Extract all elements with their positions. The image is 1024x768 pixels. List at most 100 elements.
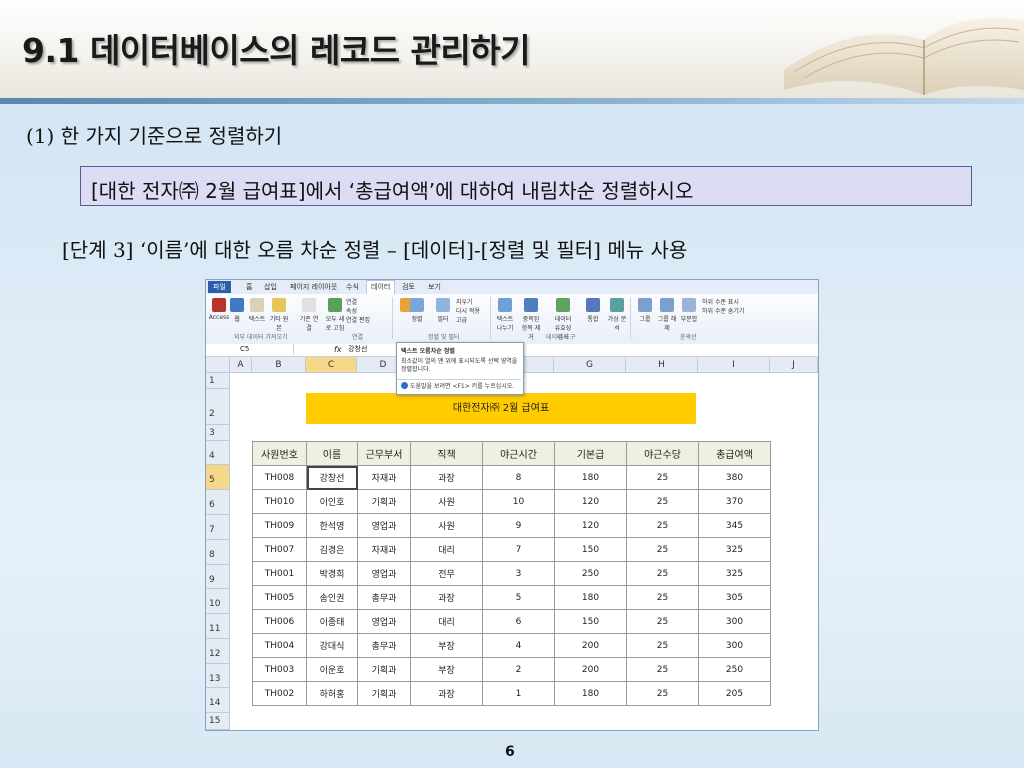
table-cell[interactable]: 전무 <box>410 561 483 586</box>
select-all-corner[interactable] <box>206 357 230 373</box>
table-cell[interactable]: TH003 <box>252 657 307 682</box>
table-cell[interactable]: 과장 <box>410 681 483 706</box>
row-header[interactable]: 13 <box>206 664 230 688</box>
table-cell[interactable]: 김경은 <box>306 537 358 562</box>
table-cell[interactable]: 200 <box>554 633 627 658</box>
header-cell[interactable]: 야근수당 <box>626 441 699 466</box>
table-cell[interactable]: 25 <box>626 585 699 610</box>
column-header-c[interactable]: C <box>306 357 357 373</box>
table-cell[interactable]: TH002 <box>252 681 307 706</box>
row-header[interactable]: 11 <box>206 614 230 639</box>
table-cell[interactable]: 총무과 <box>357 633 411 658</box>
row-header[interactable]: 10 <box>206 589 230 614</box>
table-cell[interactable]: TH005 <box>252 585 307 610</box>
text-import-button[interactable]: 텍스트 <box>246 298 268 323</box>
table-cell[interactable]: 7 <box>482 537 555 562</box>
sheet-banner[interactable]: 대한전자㈜ 2월 급여표 <box>306 393 696 424</box>
table-cell[interactable]: 강대식 <box>306 633 358 658</box>
table-cell[interactable]: 이종태 <box>306 609 358 634</box>
header-cell[interactable]: 총급여액 <box>698 441 771 466</box>
edit-links-item[interactable]: 연결 편집 <box>346 315 370 324</box>
table-cell[interactable]: 6 <box>482 609 555 634</box>
show-detail-item[interactable]: 하위 수준 표시 <box>702 297 739 306</box>
table-cell[interactable]: TH007 <box>252 537 307 562</box>
table-cell[interactable]: 3 <box>482 561 555 586</box>
table-cell[interactable]: 기획과 <box>357 681 411 706</box>
column-header-j[interactable]: J <box>770 357 818 373</box>
table-cell[interactable]: 25 <box>626 561 699 586</box>
row-header[interactable]: 15 <box>206 713 230 730</box>
tab-data[interactable]: 데이터 <box>366 280 396 295</box>
table-cell[interactable]: 180 <box>554 585 627 610</box>
filter-button[interactable]: 필터 <box>432 298 454 323</box>
table-cell[interactable]: 25 <box>626 633 699 658</box>
header-cell[interactable]: 직책 <box>410 441 483 466</box>
table-cell[interactable]: 120 <box>554 513 627 538</box>
row-header[interactable]: 3 <box>206 425 230 441</box>
tab-page-layout[interactable]: 페이지 레이아웃 <box>290 282 337 292</box>
table-cell[interactable]: 영업과 <box>357 561 411 586</box>
table-cell[interactable]: 25 <box>626 489 699 514</box>
table-cell[interactable]: 과장 <box>410 465 483 490</box>
table-cell[interactable]: 2 <box>482 657 555 682</box>
table-cell[interactable]: 4 <box>482 633 555 658</box>
table-cell[interactable]: 25 <box>626 681 699 706</box>
table-cell[interactable]: 자재과 <box>357 465 411 490</box>
table-cell[interactable]: 370 <box>698 489 771 514</box>
table-cell[interactable]: 기획과 <box>357 657 411 682</box>
what-if-button[interactable]: 가상 분석 <box>606 298 628 332</box>
refresh-all-button[interactable]: 모두 새로 고침 <box>324 298 346 332</box>
table-cell[interactable]: 5 <box>482 585 555 610</box>
advanced-item[interactable]: 고급 <box>456 315 467 324</box>
table-cell[interactable]: 이인호 <box>306 489 358 514</box>
table-cell[interactable]: 자재과 <box>357 537 411 562</box>
table-cell[interactable]: 25 <box>626 609 699 634</box>
table-cell[interactable]: 8 <box>482 465 555 490</box>
column-header-i[interactable]: I <box>698 357 770 373</box>
table-cell[interactable]: 송인권 <box>306 585 358 610</box>
table-cell[interactable]: 250 <box>698 657 771 682</box>
remove-duplicates-button[interactable]: 중복된 항목 제거 <box>520 298 542 341</box>
table-cell[interactable]: 150 <box>554 609 627 634</box>
table-cell[interactable]: 대리 <box>410 537 483 562</box>
properties-item[interactable]: 속성 <box>346 306 357 315</box>
table-cell[interactable]: TH001 <box>252 561 307 586</box>
table-cell[interactable]: 180 <box>554 681 627 706</box>
table-cell[interactable]: TH010 <box>252 489 307 514</box>
row-header[interactable]: 8 <box>206 540 230 565</box>
table-cell[interactable]: 9 <box>482 513 555 538</box>
table-cell[interactable]: 영업과 <box>357 513 411 538</box>
table-cell[interactable]: 180 <box>554 465 627 490</box>
table-cell[interactable]: 1 <box>482 681 555 706</box>
table-cell[interactable]: 300 <box>698 633 771 658</box>
tab-formulas[interactable]: 수식 <box>346 282 359 292</box>
formula-input[interactable]: 강창선 <box>348 344 367 355</box>
hide-detail-item[interactable]: 하위 수준 숨기기 <box>702 306 744 315</box>
table-cell[interactable]: 250 <box>554 561 627 586</box>
table-cell[interactable]: 이운호 <box>306 657 358 682</box>
header-cell[interactable]: 기본급 <box>554 441 627 466</box>
table-cell[interactable]: 300 <box>698 609 771 634</box>
table-cell[interactable]: 사원 <box>410 489 483 514</box>
tab-review[interactable]: 검토 <box>402 282 415 292</box>
table-cell[interactable]: 대리 <box>410 609 483 634</box>
column-header-g[interactable]: G <box>554 357 626 373</box>
group-button[interactable]: 그룹 <box>634 298 656 323</box>
table-cell[interactable]: 사원 <box>410 513 483 538</box>
header-cell[interactable]: 야근시간 <box>482 441 555 466</box>
table-cell[interactable]: 25 <box>626 537 699 562</box>
row-header[interactable]: 2 <box>206 389 230 425</box>
table-cell[interactable]: 205 <box>698 681 771 706</box>
column-header-a[interactable]: A <box>230 357 252 373</box>
existing-connections-button[interactable]: 기존 연결 <box>298 298 320 332</box>
other-sources-button[interactable]: 기타 원본 <box>268 298 290 332</box>
table-cell[interactable]: 부장 <box>410 657 483 682</box>
table-cell[interactable]: 25 <box>626 657 699 682</box>
connections-item[interactable]: 연결 <box>346 297 357 306</box>
table-cell[interactable]: 기획과 <box>357 489 411 514</box>
selected-cell[interactable]: 강창선 <box>306 465 358 490</box>
row-header[interactable]: 14 <box>206 688 230 713</box>
row-header[interactable]: 12 <box>206 639 230 664</box>
row-header[interactable]: 5 <box>206 465 230 490</box>
row-header[interactable]: 9 <box>206 565 230 589</box>
